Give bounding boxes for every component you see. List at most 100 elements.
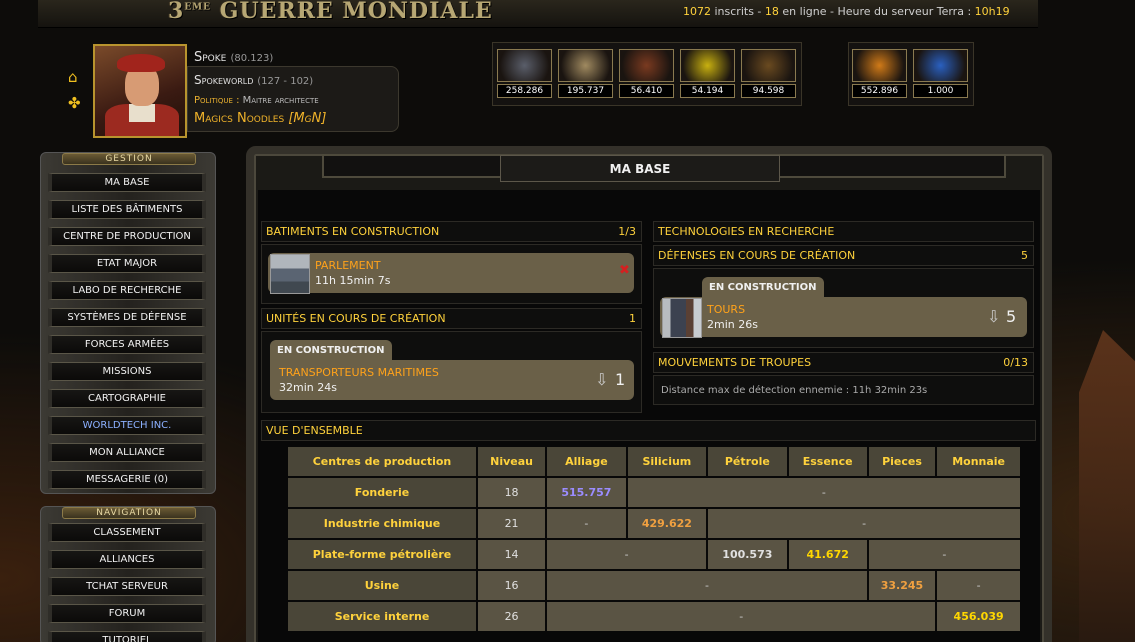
defense-name[interactable]: TOURS [707,303,745,316]
cancel-building-icon[interactable]: ✖ [619,263,630,278]
resource-1[interactable]: 195.737 [558,49,615,98]
defenses-header: DÉFENSES EN COURS DE CRÉATION 5 [653,245,1034,266]
defenses-in-construction-tab: EN CONSTRUCTION [702,277,824,297]
menu-item-syst-mes-de-d-fense[interactable]: SYSTÈMES DE DÉFENSE [48,308,206,327]
production-center-name[interactable]: Fonderie [288,478,476,507]
column-header: Pieces [868,447,936,476]
menu-item-missions[interactable]: MISSIONS [48,362,206,381]
level-cell: 18 [478,478,546,507]
column-header: Monnaie [937,447,1020,476]
empty-cell: - [937,571,1020,600]
resource-value: 195.737 [558,84,613,98]
level-cell: 21 [478,509,546,538]
empty-cell: - [547,540,707,569]
essence-value: 41.672 [788,540,867,569]
top-bar: 3EME GUERRE MONDIALE 1072 inscrits - 18 … [38,0,1038,28]
detection-distance: Distance max de détection ennemie : 11h … [661,385,928,396]
fuel-drop-icon [680,49,735,82]
buildings-header: BATIMENTS EN CONSTRUCTION 1/3 [261,221,642,242]
menu-item-worldtech-inc[interactable]: WORLDTECH INC. [48,416,206,435]
menu-item-mon-alliance[interactable]: MON ALLIANCE [48,443,206,462]
alliance-link[interactable]: Magics Noodles [MgN] [194,111,326,126]
server-time: 10h19 [974,5,1010,18]
parlement-thumbnail [270,254,310,294]
troops-body: Distance max de détection ennemie : 11h … [653,375,1034,405]
defense-timer: 2min 26s [707,318,758,331]
down-arrow-icon: ⇩ [987,307,1001,326]
gear-parts-icon [741,49,796,82]
player-side-icons: ⌂ ✤ [68,68,81,120]
table-row: Industrie chimique 21 - 429.622 - [288,509,1020,538]
level-cell: 14 [478,540,546,569]
nav-item-tchat-serveur[interactable]: TCHAT SERVEUR [48,577,206,596]
production-center-name[interactable]: Service interne [288,602,476,631]
technologies-header: TECHNOLOGIES EN RECHERCHE [653,221,1034,242]
silicon-icon [558,49,613,82]
building-icon[interactable]: ⌂ [68,68,81,86]
menu-item-ma-base[interactable]: MA BASE [48,173,206,192]
online-count: 18 [764,5,779,18]
resource-value: 258.286 [497,84,552,98]
resource-4[interactable]: 94.598 [741,49,798,98]
menu-item-etat-major[interactable]: ETAT MAJOR [48,254,206,273]
empty-cell: - [547,602,936,631]
level-cell: 16 [478,571,546,600]
player-name[interactable]: Spoke (80.123) [194,50,273,65]
nav-item-alliances[interactable]: ALLIANCES [48,550,206,569]
game-logo[interactable]: 3EME GUERRE MONDIALE [168,0,493,24]
silicium-value: 429.622 [627,509,707,538]
navigation-header: NAVIGATION [62,507,196,519]
tours-thumbnail [662,298,702,338]
empty-cell: - [547,509,626,538]
overview-header: VUE D'ENSEMBLE [261,420,1036,441]
resource-2[interactable]: 56.410 [619,49,676,98]
resource-6[interactable]: 1.000 [913,49,970,98]
gestion-header: GESTION [62,153,196,165]
nav-item-forum[interactable]: FORUM [48,604,206,623]
menu-item-liste-des-b-timents[interactable]: LISTE DES BÂTIMENTS [48,200,206,219]
unit-quantity: 1 [615,370,626,389]
down-arrow-icon: ⇩ [595,370,609,389]
column-header: Centres de production [288,447,476,476]
resource-3[interactable]: 54.194 [680,49,737,98]
medals-icon[interactable]: ✤ [68,94,81,112]
pieces-value: 33.245 [868,571,936,600]
resource-0[interactable]: 258.286 [497,49,554,98]
alloy-icon [497,49,552,82]
avatar[interactable] [93,44,187,138]
resource-value: 552.896 [852,84,907,98]
resource-5[interactable]: 552.896 [852,49,909,98]
nav-item-tutoriel[interactable]: TUTORIEL [48,631,206,642]
menu-item-cartographie[interactable]: CARTOGRAPHIE [48,389,206,408]
column-header: Silicium [627,447,707,476]
column-header: Niveau [478,447,546,476]
column-header: Essence [788,447,867,476]
production-center-name[interactable]: Plate-forme pétrolière [288,540,476,569]
unit-timer: 32min 24s [279,381,337,394]
column-header: Pétrole [708,447,787,476]
nav-item-classement[interactable]: CLASSEMENT [48,523,206,542]
city-background-decor [1079,330,1135,642]
units-in-construction-tab: EN CONSTRUCTION [270,340,392,360]
resource-value: 54.194 [680,84,735,98]
troops-header: MOUVEMENTS DE TROUPES 0/13 [653,352,1034,373]
resource-value: 1.000 [913,84,968,98]
menu-item-messagerie-0[interactable]: MESSAGERIE (0) [48,470,206,489]
world-name[interactable]: Spokeworld (127 - 102) [194,73,313,87]
table-row: Usine 16 - 33.245 - [288,571,1020,600]
production-center-name[interactable]: Usine [288,571,476,600]
unit-name[interactable]: TRANSPORTEURS MARITIMES [279,366,439,379]
production-center-name[interactable]: Industrie chimique [288,509,476,538]
menu-item-labo-de-recherche[interactable]: LABO DE RECHERCHE [48,281,206,300]
building-name[interactable]: PARLEMENT [315,259,381,272]
registered-count: 1072 [683,5,711,18]
menu-item-centre-de-production[interactable]: CENTRE DE PRODUCTION [48,227,206,246]
resource-value: 94.598 [741,84,796,98]
coins-icon [852,49,907,82]
menu-item-forces-arm-es[interactable]: FORCES ARMÉES [48,335,206,354]
oil-barrel-icon [619,49,674,82]
empty-cell: - [708,509,1020,538]
alliage-value: 515.757 [547,478,626,507]
server-info: 1072 inscrits - 18 en ligne - Heure du s… [683,5,1010,18]
table-row: Service interne 26 - 456.039 [288,602,1020,631]
